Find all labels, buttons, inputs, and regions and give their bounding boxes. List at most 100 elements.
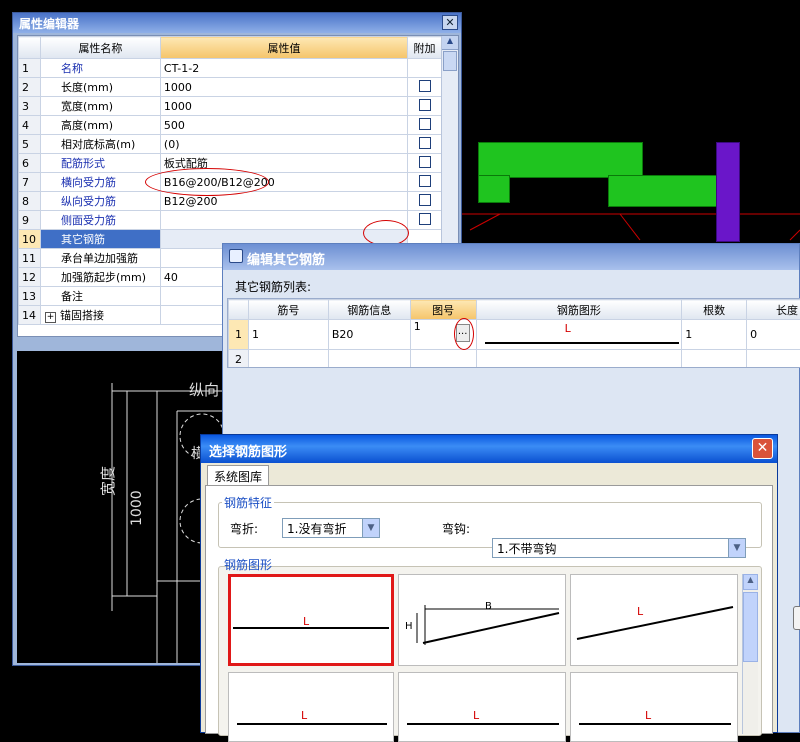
shape-cell-hooked-left[interactable]: L <box>398 672 566 742</box>
rebar-list-grid: 筋号 钢筋信息 图号 钢筋图形 根数 长度 1 1 B20 1 ... <box>227 298 800 368</box>
property-row[interactable]: 4高度(mm)500 <box>19 116 442 135</box>
tab-label: 系统图库 <box>207 465 269 487</box>
property-name[interactable]: 名称 <box>40 59 160 78</box>
property-name-label: 横向受力筋 <box>61 176 116 189</box>
shape-b-label: B <box>485 601 492 612</box>
scroll-up-icon[interactable]: ▲ <box>442 36 458 50</box>
chevron-down-icon[interactable]: ▼ <box>362 519 379 537</box>
property-name-label: 备注 <box>61 290 83 303</box>
extra-checkbox[interactable] <box>419 156 431 168</box>
shape-cell-hooked-both[interactable]: L <box>228 672 394 742</box>
chevron-down-icon[interactable]: ▼ <box>728 539 745 557</box>
property-name[interactable]: 侧面受力筋 <box>40 211 160 230</box>
rebar-info-cell[interactable] <box>328 350 410 369</box>
property-editor-titlebar[interactable]: 属性编辑器 ✕ <box>13 13 461 33</box>
tab-system-library[interactable]: 系统图库 <box>207 465 269 487</box>
property-row[interactable]: 2长度(mm)1000 <box>19 78 442 97</box>
hook-select[interactable]: 1.不带弯钩 ▼ <box>492 538 746 558</box>
property-row[interactable]: 1名称CT-1-2 <box>19 59 442 78</box>
rebar-info-cell[interactable]: B20 <box>328 320 410 350</box>
rebar-no-cell[interactable] <box>248 350 328 369</box>
shape-h-label: H <box>405 621 413 632</box>
length-cell[interactable] <box>747 350 800 369</box>
count-header[interactable]: 根数 <box>682 300 747 320</box>
property-row[interactable]: 5相对底标高(m)(0) <box>19 135 442 154</box>
extra-checkbox[interactable] <box>419 213 431 225</box>
extra-checkbox[interactable] <box>419 99 431 111</box>
cad-side-value: 1000 <box>129 490 145 526</box>
property-name[interactable]: 相对底标高(m) <box>40 135 160 154</box>
property-value[interactable]: 500 <box>160 116 407 135</box>
length-header[interactable]: 长度 <box>747 300 800 320</box>
property-name[interactable]: + 锚固搭接 <box>40 306 160 325</box>
shape-length-label: L <box>645 709 651 722</box>
feature-group-label: 钢筋特征 <box>222 494 274 511</box>
property-row[interactable]: 3宽度(mm)1000 <box>19 97 442 116</box>
select-rebar-shape-dialog: 选择钢筋图形 ✕ 系统图库 钢筋特征 弯折: 1.没有弯折 ▼ 弯钩: 1.不带… <box>200 434 778 733</box>
count-cell[interactable] <box>682 350 747 369</box>
dialog-button-partial[interactable] <box>793 606 800 630</box>
bend-select[interactable]: 1.没有弯折 ▼ <box>282 518 380 538</box>
bend-label: 弯折: <box>230 520 258 537</box>
cad-side-label: 宽度 <box>97 466 118 496</box>
property-value[interactable]: (0) <box>160 135 407 154</box>
rebar-no-header[interactable]: 筋号 <box>248 300 328 320</box>
property-name[interactable]: 宽度(mm) <box>40 97 160 116</box>
property-name[interactable]: 高度(mm) <box>40 116 160 135</box>
rebar-no-cell[interactable]: 1 <box>248 320 328 350</box>
property-name[interactable]: 纵向受力筋 <box>40 192 160 211</box>
edit-dialog-title: 编辑其它钢筋 <box>247 253 325 268</box>
count-cell[interactable]: 1 <box>682 320 747 350</box>
property-name[interactable]: 备注 <box>40 287 160 306</box>
rebar-shape-cell[interactable] <box>476 350 682 369</box>
property-value[interactable]: 1000 <box>160 78 407 97</box>
property-value[interactable]: 1000 <box>160 97 407 116</box>
extra-checkbox[interactable] <box>419 118 431 130</box>
figure-no-cell[interactable] <box>410 350 476 369</box>
extra-cell <box>408 116 442 135</box>
property-name[interactable]: 承台单边加强筋 <box>40 249 160 268</box>
cad-top-label: 纵向 <box>189 379 219 400</box>
extra-cell <box>408 97 442 116</box>
extra-checkbox[interactable] <box>419 80 431 92</box>
rebar-info-header[interactable]: 钢筋信息 <box>328 300 410 320</box>
shape-cell-straight[interactable]: L <box>228 574 394 666</box>
annotation-ellipse <box>145 168 269 196</box>
property-name[interactable]: 加强筋起步(mm) <box>40 268 160 287</box>
name-column-header[interactable]: 属性名称 <box>40 37 160 59</box>
length-cell[interactable]: 0 <box>747 320 800 350</box>
scroll-up-icon[interactable]: ▲ <box>743 574 758 590</box>
property-name-label: 加强筋起步(mm) <box>61 271 146 284</box>
close-icon[interactable]: ✕ <box>442 15 458 30</box>
shape-cell-sloped[interactable]: L <box>570 574 738 666</box>
table-row[interactable]: 1 1 B20 1 ... L 1 0 <box>229 320 800 350</box>
rebar-shape-header[interactable]: 钢筋图形 <box>476 300 682 320</box>
shape-scrollbar[interactable]: ▲ <box>742 574 758 734</box>
edit-dialog-titlebar[interactable]: 编辑其它钢筋 <box>223 244 799 270</box>
rebar-shape-cell[interactable]: L <box>476 320 682 350</box>
extra-checkbox[interactable] <box>419 137 431 149</box>
extra-checkbox[interactable] <box>419 175 431 187</box>
extra-checkbox[interactable] <box>419 194 431 206</box>
row-number: 10 <box>19 230 41 249</box>
shape-cell-sloped-hb[interactable]: B H <box>398 574 566 666</box>
value-column-header[interactable]: 属性值 <box>160 37 407 59</box>
figure-no-cell[interactable]: 1 ... <box>410 320 476 350</box>
close-icon[interactable]: ✕ <box>752 438 773 459</box>
table-row[interactable]: 2 <box>229 350 800 369</box>
shape-dialog-titlebar[interactable]: 选择钢筋图形 ✕ <box>201 435 777 463</box>
property-value[interactable]: CT-1-2 <box>160 59 407 78</box>
rownum-header <box>19 37 41 59</box>
property-name[interactable]: 其它钢筋 <box>40 230 160 249</box>
property-name-label: 锚固搭接 <box>60 309 104 322</box>
property-name[interactable]: 配筋形式 <box>40 154 160 173</box>
extra-cell <box>408 192 442 211</box>
scroll-thumb[interactable] <box>443 51 457 71</box>
scroll-thumb[interactable] <box>743 592 758 662</box>
figure-no-header[interactable]: 图号 <box>410 300 476 320</box>
expand-icon[interactable]: + <box>45 312 56 323</box>
extra-column-header[interactable]: 附加 <box>408 37 442 59</box>
property-name[interactable]: 横向受力筋 <box>40 173 160 192</box>
shape-cell-hooked-right[interactable]: L <box>570 672 738 742</box>
property-name[interactable]: 长度(mm) <box>40 78 160 97</box>
